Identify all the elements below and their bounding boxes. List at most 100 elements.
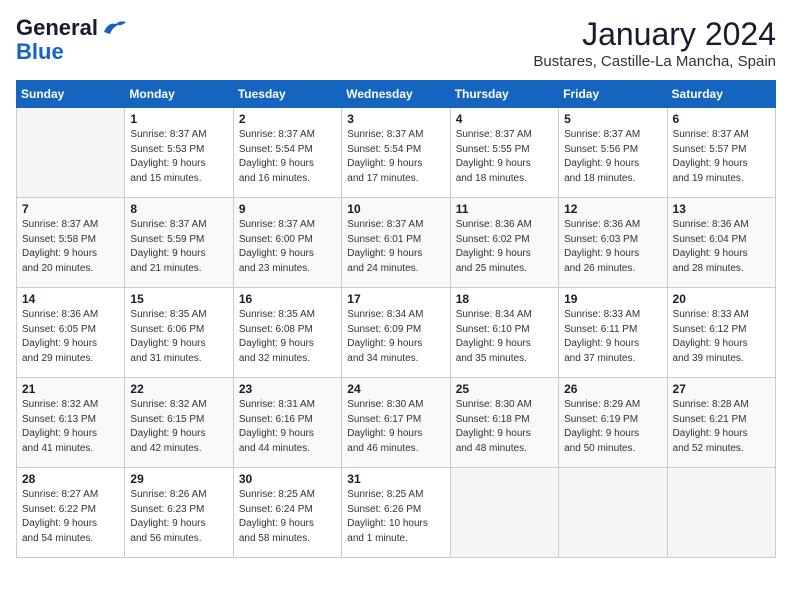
calendar-cell: 30Sunrise: 8:25 AMSunset: 6:24 PMDayligh… [233,468,341,558]
day-info: Sunrise: 8:35 AMSunset: 6:08 PMDaylight:… [239,308,336,366]
calendar-cell: 29 Sunrise: 8:26 AMSunset: 6:23 PMDayligh… [125,468,233,558]
calendar-cell: 18 Sunrise: 8:34 AMSunset: 6:10 PMDayligh… [450,288,558,378]
day-number: 31 [347,472,444,486]
calendar-cell [17,108,125,198]
month-title: January 2024 [533,16,776,53]
calendar-cell: 3 Sunrise: 8:37 AMSunset: 5:54 PMDaylight… [342,108,450,198]
day-number: 4 [456,112,553,126]
calendar-cell: 19 Sunrise: 8:33 AMSunset: 6:11 PMDayligh… [559,288,667,378]
day-number: 29 [130,472,227,486]
day-number: 25 [456,382,553,396]
logo-general: General [16,16,98,40]
calendar-cell: 12 Sunrise: 8:36 AMSunset: 6:03 PMDayligh… [559,198,667,288]
calendar-cell: 10 Sunrise: 8:37 AMSunset: 6:01 PMDayligh… [342,198,450,288]
calendar-cell: 9 Sunrise: 8:37 AMSunset: 6:00 PMDaylight… [233,198,341,288]
day-number: 19 [564,292,661,306]
day-info: Sunrise: 8:37 AMSunset: 6:00 PMDaylight:… [239,218,336,276]
day-number: 16 [239,292,336,306]
day-info: Sunrise: 8:37 AMSunset: 5:58 PMDaylight:… [22,218,119,276]
calendar-cell: 21 Sunrise: 8:32 AMSunset: 6:13 PMDayligh… [17,378,125,468]
calendar-cell: 22Sunrise: 8:32 AMSunset: 6:15 PMDayligh… [125,378,233,468]
calendar-cell: 8 Sunrise: 8:37 AMSunset: 5:59 PMDaylight… [125,198,233,288]
day-info: Sunrise: 8:36 AMSunset: 6:03 PMDaylight:… [564,218,661,276]
day-number: 2 [239,112,336,126]
day-info: Sunrise: 8:33 AMSunset: 6:11 PMDaylight:… [564,308,661,366]
day-info: Sunrise: 8:37 AMSunset: 5:57 PMDaylight:… [673,128,770,186]
calendar-week-5: 28Sunrise: 8:27 AMSunset: 6:22 PMDayligh… [17,468,776,558]
day-number: 12 [564,202,661,216]
column-headers: SundayMondayTuesdayWednesdayThursdayFrid… [17,81,776,108]
day-info: Sunrise: 8:26 AMSunset: 6:23 PMDaylight:… [130,488,227,546]
calendar-cell: 5 Sunrise: 8:37 AMSunset: 5:56 PMDaylight… [559,108,667,198]
calendar-week-2: 7 Sunrise: 8:37 AMSunset: 5:58 PMDaylight… [17,198,776,288]
day-info: Sunrise: 8:37 AMSunset: 5:55 PMDaylight:… [456,128,553,186]
calendar-cell: 28Sunrise: 8:27 AMSunset: 6:22 PMDayligh… [17,468,125,558]
day-info: Sunrise: 8:37 AMSunset: 5:59 PMDaylight:… [130,218,227,276]
day-number: 14 [22,292,119,306]
calendar-cell: 27Sunrise: 8:28 AMSunset: 6:21 PMDayligh… [667,378,775,468]
column-header-wednesday: Wednesday [342,81,450,108]
day-info: Sunrise: 8:27 AMSunset: 6:22 PMDaylight:… [22,488,119,546]
day-info: Sunrise: 8:36 AMSunset: 6:05 PMDaylight:… [22,308,119,366]
day-number: 17 [347,292,444,306]
column-header-thursday: Thursday [450,81,558,108]
calendar-cell: 14 Sunrise: 8:36 AMSunset: 6:05 PMDayligh… [17,288,125,378]
day-info: Sunrise: 8:37 AMSunset: 5:54 PMDaylight:… [239,128,336,186]
day-number: 8 [130,202,227,216]
day-number: 11 [456,202,553,216]
calendar-week-3: 14 Sunrise: 8:36 AMSunset: 6:05 PMDayligh… [17,288,776,378]
day-info: Sunrise: 8:37 AMSunset: 5:56 PMDaylight:… [564,128,661,186]
day-number: 27 [673,382,770,396]
day-number: 21 [22,382,119,396]
calendar-cell: 4 Sunrise: 8:37 AMSunset: 5:55 PMDaylight… [450,108,558,198]
calendar-cell [559,468,667,558]
calendar-week-1: 1Sunrise: 8:37 AMSunset: 5:53 PMDaylight… [17,108,776,198]
day-info: Sunrise: 8:34 AMSunset: 6:10 PMDaylight:… [456,308,553,366]
day-info: Sunrise: 8:37 AMSunset: 6:01 PMDaylight:… [347,218,444,276]
day-info: Sunrise: 8:33 AMSunset: 6:12 PMDaylight:… [673,308,770,366]
day-number: 7 [22,202,119,216]
title-block: January 2024 Bustares, Castille-La Manch… [533,16,776,70]
calendar-cell: 11 Sunrise: 8:36 AMSunset: 6:02 PMDayligh… [450,198,558,288]
day-info: Sunrise: 8:29 AMSunset: 6:19 PMDaylight:… [564,398,661,456]
calendar-cell: 26 Sunrise: 8:29 AMSunset: 6:19 PMDayligh… [559,378,667,468]
day-info: Sunrise: 8:35 AMSunset: 6:06 PMDaylight:… [130,308,227,366]
column-header-friday: Friday [559,81,667,108]
calendar-cell: 20 Sunrise: 8:33 AMSunset: 6:12 PMDayligh… [667,288,775,378]
calendar-cell: 2 Sunrise: 8:37 AMSunset: 5:54 PMDaylight… [233,108,341,198]
calendar-cell: 31 Sunrise: 8:25 AMSunset: 6:26 PMDayligh… [342,468,450,558]
day-number: 6 [673,112,770,126]
calendar-cell: 15Sunrise: 8:35 AMSunset: 6:06 PMDayligh… [125,288,233,378]
day-info: Sunrise: 8:30 AMSunset: 6:18 PMDaylight:… [456,398,553,456]
day-number: 9 [239,202,336,216]
calendar-cell: 16 Sunrise: 8:35 AMSunset: 6:08 PMDayligh… [233,288,341,378]
calendar-cell: 6 Sunrise: 8:37 AMSunset: 5:57 PMDaylight… [667,108,775,198]
day-info: Sunrise: 8:30 AMSunset: 6:17 PMDaylight:… [347,398,444,456]
day-number: 5 [564,112,661,126]
day-number: 10 [347,202,444,216]
column-header-sunday: Sunday [17,81,125,108]
logo-blue: Blue [16,40,64,64]
day-number: 26 [564,382,661,396]
day-info: Sunrise: 8:32 AMSunset: 6:13 PMDaylight:… [22,398,119,456]
day-info: Sunrise: 8:25 AMSunset: 6:26 PMDaylight:… [347,488,444,546]
day-number: 18 [456,292,553,306]
day-info: Sunrise: 8:36 AMSunset: 6:04 PMDaylight:… [673,218,770,276]
day-info: Sunrise: 8:32 AMSunset: 6:15 PMDaylight:… [130,398,227,456]
page-header: General Blue January 2024 Bustares, Cast… [16,16,776,70]
day-number: 3 [347,112,444,126]
day-number: 23 [239,382,336,396]
day-info: Sunrise: 8:36 AMSunset: 6:02 PMDaylight:… [456,218,553,276]
calendar-cell: 1Sunrise: 8:37 AMSunset: 5:53 PMDaylight… [125,108,233,198]
calendar-cell [450,468,558,558]
day-info: Sunrise: 8:31 AMSunset: 6:16 PMDaylight:… [239,398,336,456]
day-info: Sunrise: 8:34 AMSunset: 6:09 PMDaylight:… [347,308,444,366]
calendar-cell [667,468,775,558]
day-number: 30 [239,472,336,486]
location-title: Bustares, Castille-La Mancha, Spain [533,53,776,70]
day-number: 20 [673,292,770,306]
calendar-cell: 7 Sunrise: 8:37 AMSunset: 5:58 PMDaylight… [17,198,125,288]
column-header-monday: Monday [125,81,233,108]
logo: General Blue [16,16,128,64]
day-info: Sunrise: 8:37 AMSunset: 5:54 PMDaylight:… [347,128,444,186]
